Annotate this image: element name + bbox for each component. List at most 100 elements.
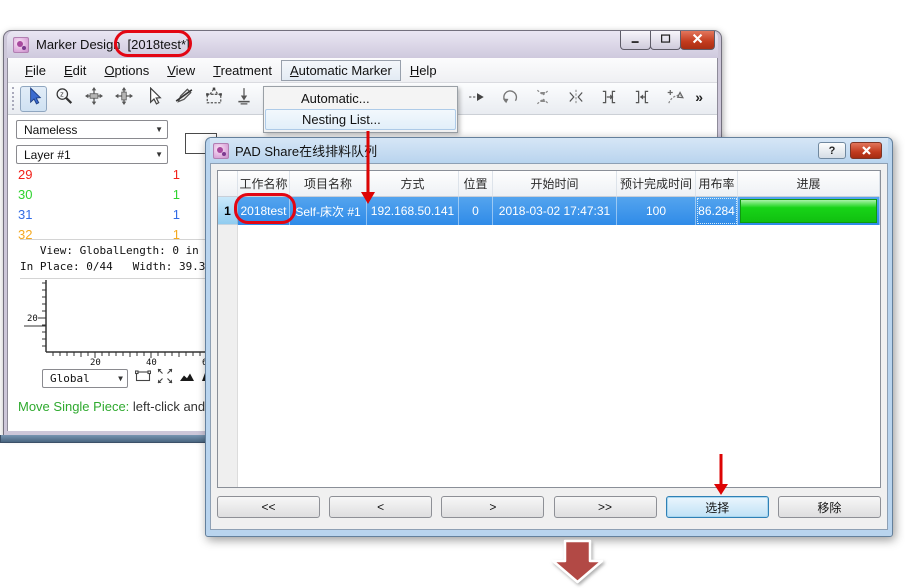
cell-progress[interactable] <box>738 197 880 225</box>
status-mode-label: Move Single Piece: <box>18 399 129 414</box>
select-button[interactable]: 选择 <box>666 496 769 518</box>
compress-horizontal-button[interactable] <box>562 86 589 112</box>
annotation-big-arrow-down <box>553 541 602 582</box>
info-line-view: View: GlobalLength: 0 in <box>20 243 215 259</box>
size-count: 1 <box>173 207 180 222</box>
next-page-button[interactable]: > <box>441 496 544 518</box>
compress-vertical-icon <box>534 88 552 111</box>
progress-bar <box>740 199 877 223</box>
cell-project-name[interactable]: Self-床次 #1 <box>290 197 367 225</box>
cell-start-time[interactable]: 2018-03-02 17:47:31 <box>493 197 617 225</box>
frame-select-icon <box>135 368 151 389</box>
step-piece-icon <box>468 88 486 111</box>
column-header-[interactable]: 预计完成时间 <box>617 171 696 197</box>
queue-table: 工作名称项目名称方式位置开始时间预计完成时间用布率进展 12018testSelf… <box>218 171 880 225</box>
dialog-app-icon <box>213 143 229 159</box>
size-row[interactable]: 301 <box>18 187 180 202</box>
column-header-[interactable]: 方式 <box>367 171 459 197</box>
menu-file[interactable]: File <box>16 60 55 81</box>
remove-button[interactable]: 移除 <box>778 496 881 518</box>
select-cursor-button[interactable] <box>20 86 47 112</box>
menu-help[interactable]: Help <box>401 60 446 81</box>
dialog-title-bar[interactable]: PAD Share在线排料队列 <box>210 138 888 163</box>
dialog-close-button[interactable] <box>850 142 882 159</box>
size-row[interactable]: 291 <box>18 167 180 182</box>
column-header-[interactable]: 用布率 <box>696 171 738 197</box>
cell-position[interactable]: 0 <box>459 197 493 225</box>
last-page-button[interactable]: >> <box>554 496 657 518</box>
menu-item-automatic[interactable]: Automatic... <box>265 88 456 109</box>
cell-job-name[interactable]: 2018test <box>238 197 290 225</box>
title-bar[interactable]: Marker Design [2018test*] <box>7 31 718 58</box>
marker-name-value: Nameless <box>24 123 77 137</box>
select-cursor-icon <box>25 87 43 110</box>
dialog-client-area: 工作名称项目名称方式位置开始时间预计完成时间用布率进展 12018testSelf… <box>210 163 888 530</box>
document-title: [2018test*] <box>128 37 190 52</box>
bracket-left-button[interactable] <box>628 86 655 112</box>
compress-horizontal-icon <box>567 88 585 111</box>
dialog-help-button[interactable]: ? <box>818 142 846 159</box>
layer-combo[interactable]: Layer #1 ▼ <box>16 145 168 164</box>
pointer-button[interactable] <box>140 86 167 112</box>
marquee-piece-icon <box>205 87 223 110</box>
menu-automatic-marker[interactable]: Automatic Marker <box>281 60 401 81</box>
size-label: 30 <box>18 187 32 202</box>
cell-method[interactable]: 192.168.50.141 <box>367 197 459 225</box>
size-row[interactable]: 31 1 <box>18 207 180 222</box>
rotate-undo-button[interactable] <box>496 86 523 112</box>
rotate-free-button[interactable] <box>661 86 688 112</box>
view-scope-combo[interactable]: Global ▼ <box>42 369 128 388</box>
column-header-[interactable]: 项目名称 <box>290 171 367 197</box>
row-header-rail <box>218 197 238 487</box>
mountain-small-button[interactable] <box>178 370 196 388</box>
automatic-marker-menu: Automatic...Nesting List... <box>263 86 458 133</box>
size-label: 31 <box>18 207 32 222</box>
frame-select-button[interactable] <box>134 370 152 388</box>
pointer-icon <box>145 87 163 110</box>
zoom-extents-icon <box>157 368 173 389</box>
column-header-[interactable]: 位置 <box>459 171 493 197</box>
zoom-extents-button[interactable] <box>156 370 174 388</box>
window-title: Marker Design <box>36 37 121 52</box>
menu-edit[interactable]: Edit <box>55 60 95 81</box>
menu-options[interactable]: Options <box>95 60 158 81</box>
menu-view[interactable]: View <box>158 60 204 81</box>
svg-text:z: z <box>60 90 64 99</box>
drop-piece-button[interactable] <box>230 86 257 112</box>
ruler-x-label: 20 <box>90 358 101 366</box>
marker-info-box: View: GlobalLength: 0 inIn Place: 0/44 W… <box>20 239 215 279</box>
window-close-button[interactable] <box>680 31 715 50</box>
zoom-z-button[interactable]: z <box>50 86 77 112</box>
step-piece-button[interactable] <box>463 86 490 112</box>
bracket-right-button[interactable] <box>595 86 622 112</box>
move-piece-wide-button[interactable] <box>80 86 107 112</box>
move-piece-narrow-button[interactable] <box>110 86 137 112</box>
first-page-button[interactable]: << <box>217 496 320 518</box>
cell-est-finish-time[interactable]: 100 <box>617 197 696 225</box>
prev-page-button[interactable]: < <box>329 496 432 518</box>
window-minimize-button[interactable] <box>620 31 651 50</box>
window-maximize-button[interactable] <box>650 31 681 50</box>
mountain-small-icon <box>179 368 195 389</box>
rotate-free-icon <box>666 88 684 111</box>
nesting-queue-list: 工作名称项目名称方式位置开始时间预计完成时间用布率进展 12018testSelf… <box>217 170 881 488</box>
menu-treatment[interactable]: Treatment <box>204 60 281 81</box>
cell-fabric-rate[interactable]: 86.284 <box>696 197 738 225</box>
marker-ruler-canvas[interactable]: 20 20 40 60 <box>16 278 216 366</box>
no-draw-pen-button[interactable] <box>170 86 197 112</box>
menu-item-nesting-list[interactable]: Nesting List... <box>265 109 456 130</box>
column-header-[interactable]: 进展 <box>738 171 880 197</box>
status-line: Move Single Piece: left-click and <box>18 399 205 414</box>
compress-vertical-button[interactable] <box>529 86 556 112</box>
maximize-icon <box>659 32 673 49</box>
marquee-piece-button[interactable] <box>200 86 227 112</box>
marker-name-combo[interactable]: Nameless ▼ <box>16 120 168 139</box>
row-number-cell[interactable]: 1 <box>218 197 238 225</box>
column-header-[interactable]: 工作名称 <box>238 171 290 197</box>
column-header-[interactable]: 开始时间 <box>493 171 617 197</box>
status-hint: left-click and <box>129 399 205 414</box>
view-scope-value: Global <box>50 372 90 385</box>
menu-bar: FileEditOptionsViewTreatmentAutomatic Ma… <box>8 58 717 83</box>
toolbar-overflow-chevron[interactable]: » <box>695 89 703 105</box>
drop-piece-icon <box>235 87 253 110</box>
